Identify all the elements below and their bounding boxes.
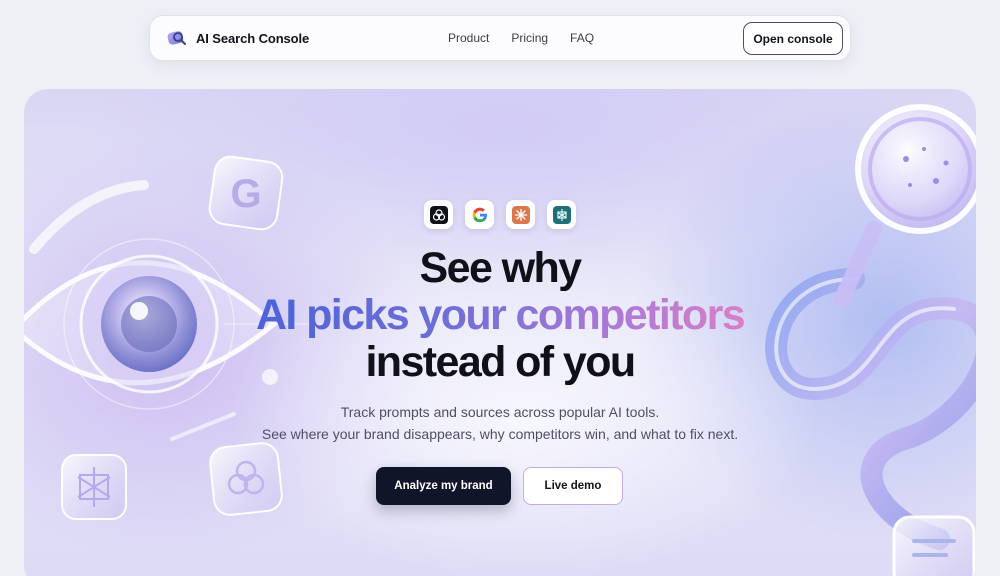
live-demo-button[interactable]: Live demo (523, 467, 623, 505)
brand[interactable]: AI Search Console (166, 27, 309, 49)
hero-headline: See why AI picks your competitors instea… (24, 245, 976, 386)
nav-link-product[interactable]: Product (448, 31, 489, 45)
headline-line-2: AI picks your competitors (255, 291, 746, 339)
ai-tools-row (424, 200, 576, 229)
top-navbar: AI Search Console Product Pricing FAQ Op… (149, 15, 851, 61)
openai-glass-tile-icon (208, 441, 284, 522)
nav-link-pricing[interactable]: Pricing (511, 31, 548, 45)
svg-text:G: G (230, 172, 261, 216)
google-glass-tile-icon: G (206, 153, 286, 238)
analyze-brand-button[interactable]: Analyze my brand (376, 467, 511, 505)
nav-link-faq[interactable]: FAQ (570, 31, 594, 45)
google-icon (465, 200, 494, 229)
subtitle-line-2: See where your brand disappears, why com… (261, 426, 739, 442)
hero-section: G See why AI picks your competitors inst… (24, 89, 976, 576)
headline-line-1: See why (419, 244, 582, 292)
hero-subtitle: Track prompts and sources across popular… (24, 401, 976, 445)
brand-logo-icon (166, 27, 188, 49)
nav-menu: Product Pricing FAQ (448, 31, 594, 45)
chatgpt-icon (424, 200, 453, 229)
perplexity-icon (547, 200, 576, 229)
perplexity-glass-tile-icon (58, 451, 130, 528)
open-console-button[interactable]: Open console (743, 22, 843, 55)
claude-icon (506, 200, 535, 229)
headline-line-3: instead of you (365, 338, 636, 386)
brand-name: AI Search Console (196, 30, 310, 46)
subtitle-line-1: Track prompts and sources across popular… (340, 404, 660, 420)
